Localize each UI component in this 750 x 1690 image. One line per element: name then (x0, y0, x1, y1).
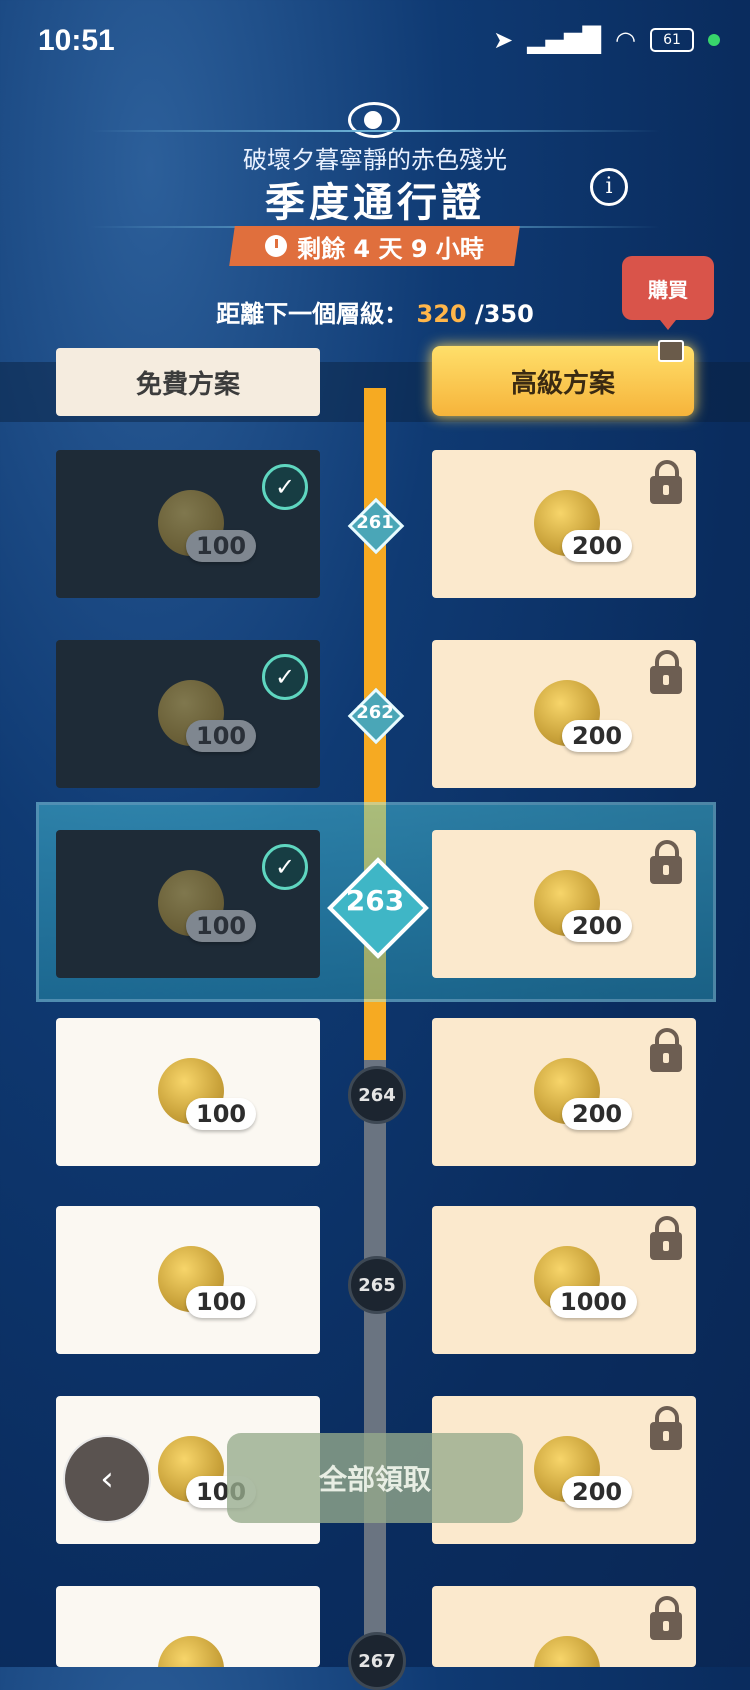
current-level-number: 263 (345, 884, 405, 917)
reward-amount: 200 (562, 1476, 633, 1508)
reward-amount: 100 (186, 1098, 257, 1130)
page-title: 季度通行證 (265, 180, 485, 226)
lock-icon (650, 1406, 682, 1450)
reward-amount: 1000 (550, 1286, 637, 1318)
premium-reward-card[interactable]: 200 (432, 640, 696, 788)
premium-plan-tab[interactable]: 高級方案 (432, 346, 694, 416)
reward-amount: 200 (562, 1098, 633, 1130)
claimed-check-icon: ✓ (262, 654, 308, 700)
clock-icon (265, 235, 288, 257)
reward-amount: 200 (562, 720, 633, 752)
back-button[interactable]: ‹ (63, 1435, 151, 1523)
premium-reward-card[interactable]: 200 (432, 450, 696, 598)
timer: 剩餘 4 天 9 小時 (232, 226, 517, 266)
level-marker: 267 (348, 1632, 406, 1690)
reward-amount: 100 (186, 530, 257, 562)
free-reward-card[interactable]: 100 (56, 1018, 320, 1166)
lock-icon (650, 460, 682, 504)
progress-track-empty (364, 1060, 386, 1667)
reward-amount: 200 (562, 910, 633, 942)
premium-lock-icon (658, 340, 684, 362)
level-number: 262 (356, 702, 394, 723)
lock-icon (650, 840, 682, 884)
progress-current: 320 (416, 300, 467, 328)
lock-icon (650, 1028, 682, 1072)
status-time: 10:51 (38, 24, 115, 57)
status-icons: ➤ ▂▄▆█ ◠ 61 (493, 26, 720, 54)
reward-amount: 100 (186, 1286, 257, 1318)
premium-reward-card[interactable]: 200 (432, 830, 696, 978)
free-reward-card[interactable] (56, 1586, 320, 1667)
claimed-check-icon: ✓ (262, 464, 308, 510)
free-reward-card[interactable]: 100 ✓ (56, 450, 320, 598)
header-divider (90, 130, 660, 132)
progress-total: /350 (474, 300, 534, 328)
reward-amount: 100 (186, 910, 257, 942)
wifi-icon: ◠ (615, 26, 636, 54)
level-marker: 265 (348, 1256, 406, 1314)
premium-reward-card[interactable]: 1000 (432, 1206, 696, 1354)
status-bar: 10:51 ➤ ▂▄▆█ ◠ 61 (0, 0, 750, 86)
timer-text: 剩餘 4 天 9 小時 (297, 234, 484, 263)
premium-reward-card[interactable] (432, 1586, 696, 1667)
progress-label: 距離下一個層級： (216, 300, 409, 328)
battery-icon: 61 (650, 28, 694, 52)
lock-icon (650, 1216, 682, 1260)
coin-icon (534, 1636, 600, 1667)
coin-icon (158, 1636, 224, 1667)
free-reward-card[interactable]: 100 ✓ (56, 640, 320, 788)
lock-icon (650, 650, 682, 694)
free-reward-card[interactable]: 100 ✓ (56, 830, 320, 978)
level-number: 261 (356, 512, 394, 533)
info-icon[interactable]: i (590, 168, 628, 206)
reward-amount: 200 (562, 530, 633, 562)
lock-icon (650, 1596, 682, 1640)
reward-amount: 100 (186, 720, 257, 752)
active-dot-icon (708, 34, 720, 46)
level-marker: 264 (348, 1066, 406, 1124)
signal-icon: ▂▄▆█ (527, 26, 602, 54)
claim-all-button[interactable]: 全部領取 (227, 1433, 523, 1523)
premium-reward-card[interactable]: 200 (432, 1018, 696, 1166)
free-reward-card[interactable]: 100 (56, 1206, 320, 1354)
location-icon: ➤ (493, 26, 514, 54)
free-plan-tab[interactable]: 免費方案 (56, 348, 320, 416)
buy-button[interactable]: 購買 (622, 256, 714, 330)
season-emblem-icon (348, 102, 400, 138)
claimed-check-icon: ✓ (262, 844, 308, 890)
chevron-left-icon: ‹ (100, 1459, 114, 1499)
